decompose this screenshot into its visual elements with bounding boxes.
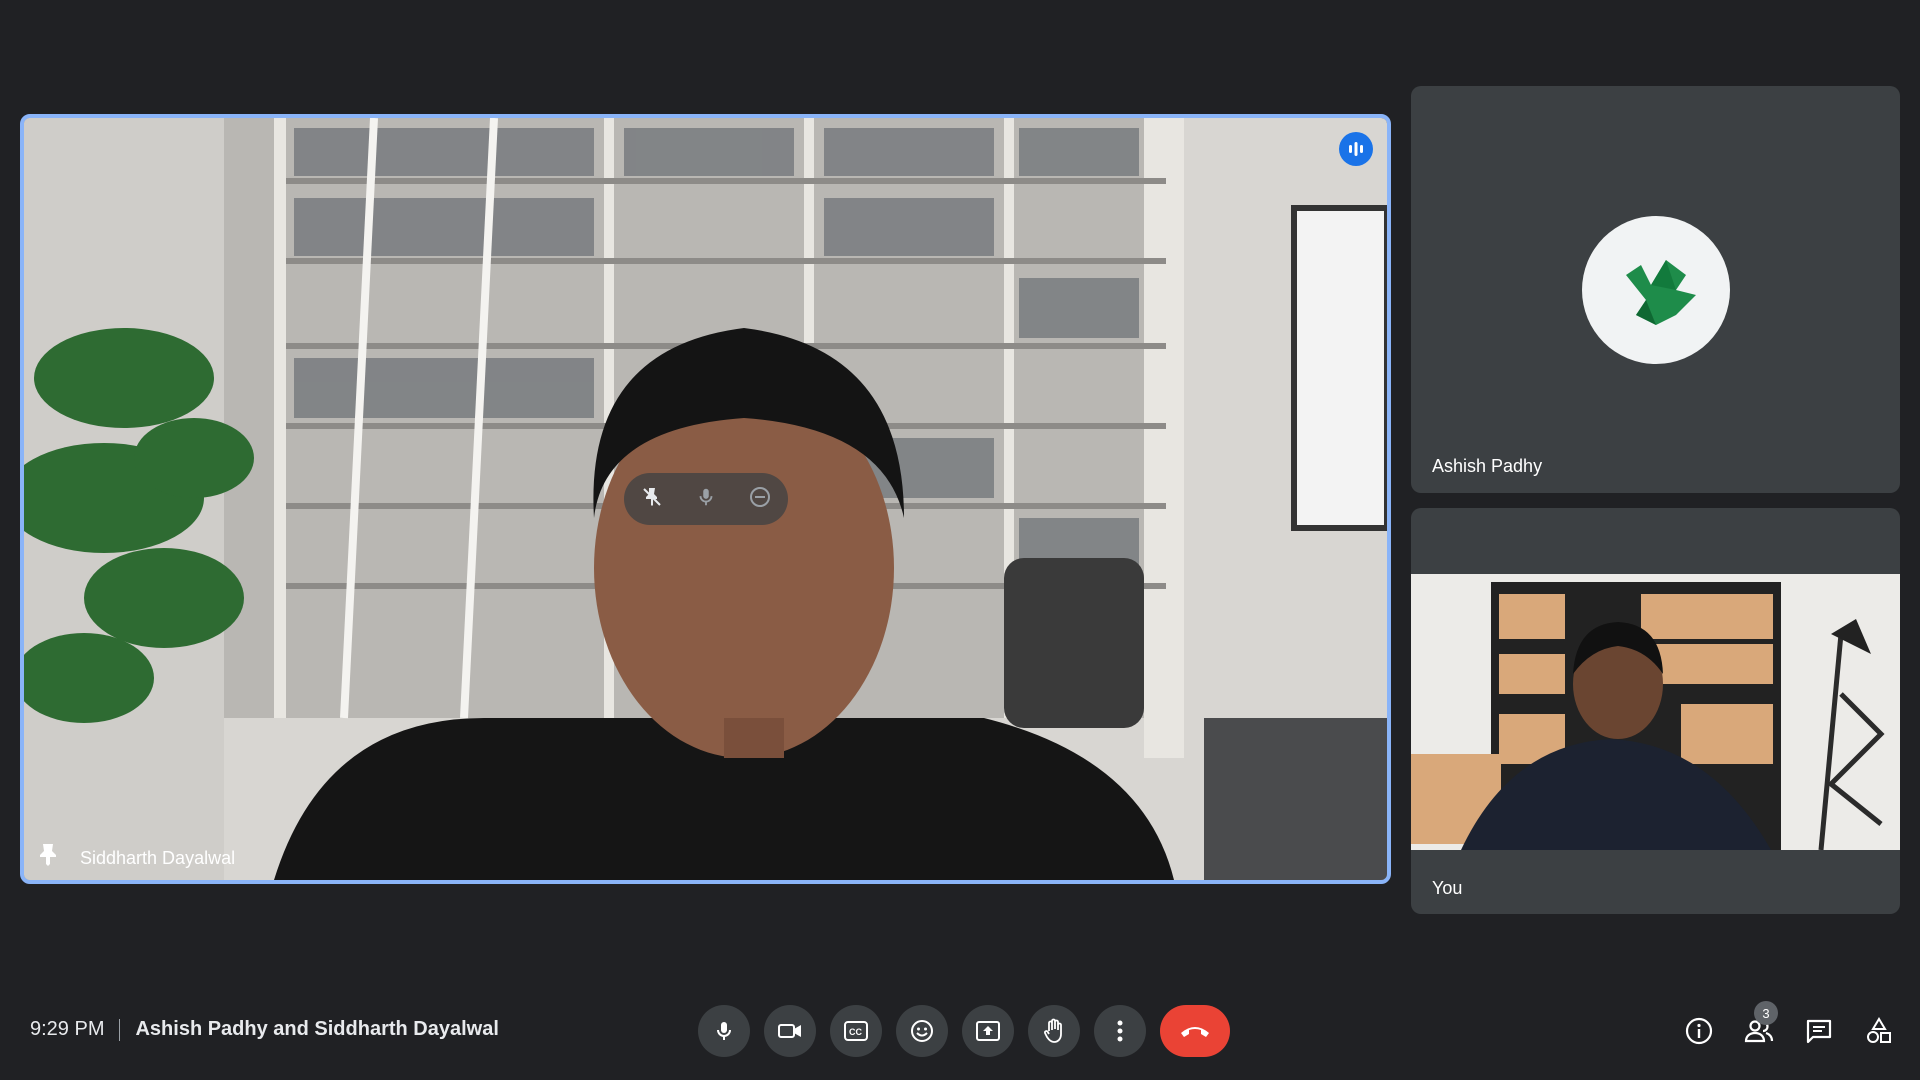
meeting-time: 9:29 PM — [30, 1018, 105, 1040]
meeting-details-button[interactable] — [1678, 1005, 1720, 1057]
meeting-title: Ashish Padhy and Siddharth Dayalwal — [135, 1018, 499, 1040]
call-control-bar: 9:29 PM Ashish Padhy and Siddharth Dayal… — [0, 985, 1920, 1075]
shapes-icon — [1867, 1017, 1891, 1043]
pin-icon — [38, 842, 58, 871]
participant-name: Siddharth Dayalwal — [80, 848, 236, 868]
meeting-details: 9:29 PM Ashish Padhy and Siddharth Dayal… — [30, 1018, 499, 1041]
tile-hover-controls — [624, 473, 788, 525]
info-icon — [1685, 1017, 1713, 1045]
present-screen-icon — [976, 1021, 1000, 1041]
avatar — [1582, 216, 1730, 364]
videocam-icon — [778, 1024, 801, 1038]
activities-button[interactable] — [1858, 1005, 1900, 1057]
main-video-tile[interactable]: Siddharth Dayalwal — [20, 114, 1391, 884]
svg-text:CC: CC — [849, 1027, 862, 1037]
phone-hangup-icon — [1181, 1027, 1209, 1037]
hand-icon — [1044, 1018, 1062, 1043]
microphone-button[interactable] — [698, 1005, 750, 1057]
participant-name: Ashish Padhy — [1432, 456, 1543, 476]
people-count-badge: 3 — [1754, 1001, 1778, 1025]
chat-button[interactable] — [1798, 1005, 1840, 1057]
pin-off-icon — [642, 487, 661, 506]
unpin-button[interactable] — [640, 485, 664, 514]
divider — [119, 1018, 121, 1041]
participant-name: You — [1432, 878, 1463, 898]
closed-caption-icon: CC — [844, 1021, 868, 1041]
camera-button[interactable] — [764, 1005, 816, 1057]
mute-participant-button[interactable] — [695, 486, 717, 513]
side-panel-controls: 3 — [1678, 1001, 1900, 1057]
mic-icon — [717, 1022, 731, 1040]
chat-icon — [1806, 1019, 1832, 1044]
remove-participant-button[interactable] — [748, 485, 772, 514]
emoji-icon — [911, 1020, 933, 1042]
participant-tile-ashish[interactable]: Ashish Padhy — [1411, 86, 1900, 493]
end-call-button[interactable] — [1160, 1005, 1230, 1057]
captions-button[interactable]: CC — [830, 1005, 882, 1057]
present-screen-button[interactable] — [962, 1005, 1014, 1057]
more-vert-icon — [1117, 1020, 1123, 1042]
people-button[interactable]: 3 — [1738, 1001, 1780, 1057]
remove-icon — [750, 486, 771, 507]
call-controls: CC — [698, 1005, 1230, 1057]
self-video-feed — [1411, 574, 1900, 850]
more-options-button[interactable] — [1094, 1005, 1146, 1057]
participant-tile-self[interactable]: You — [1411, 508, 1900, 914]
mic-icon — [699, 488, 713, 505]
raise-hand-button[interactable] — [1028, 1005, 1080, 1057]
reactions-button[interactable] — [896, 1005, 948, 1057]
audio-level-icon — [1339, 132, 1373, 166]
